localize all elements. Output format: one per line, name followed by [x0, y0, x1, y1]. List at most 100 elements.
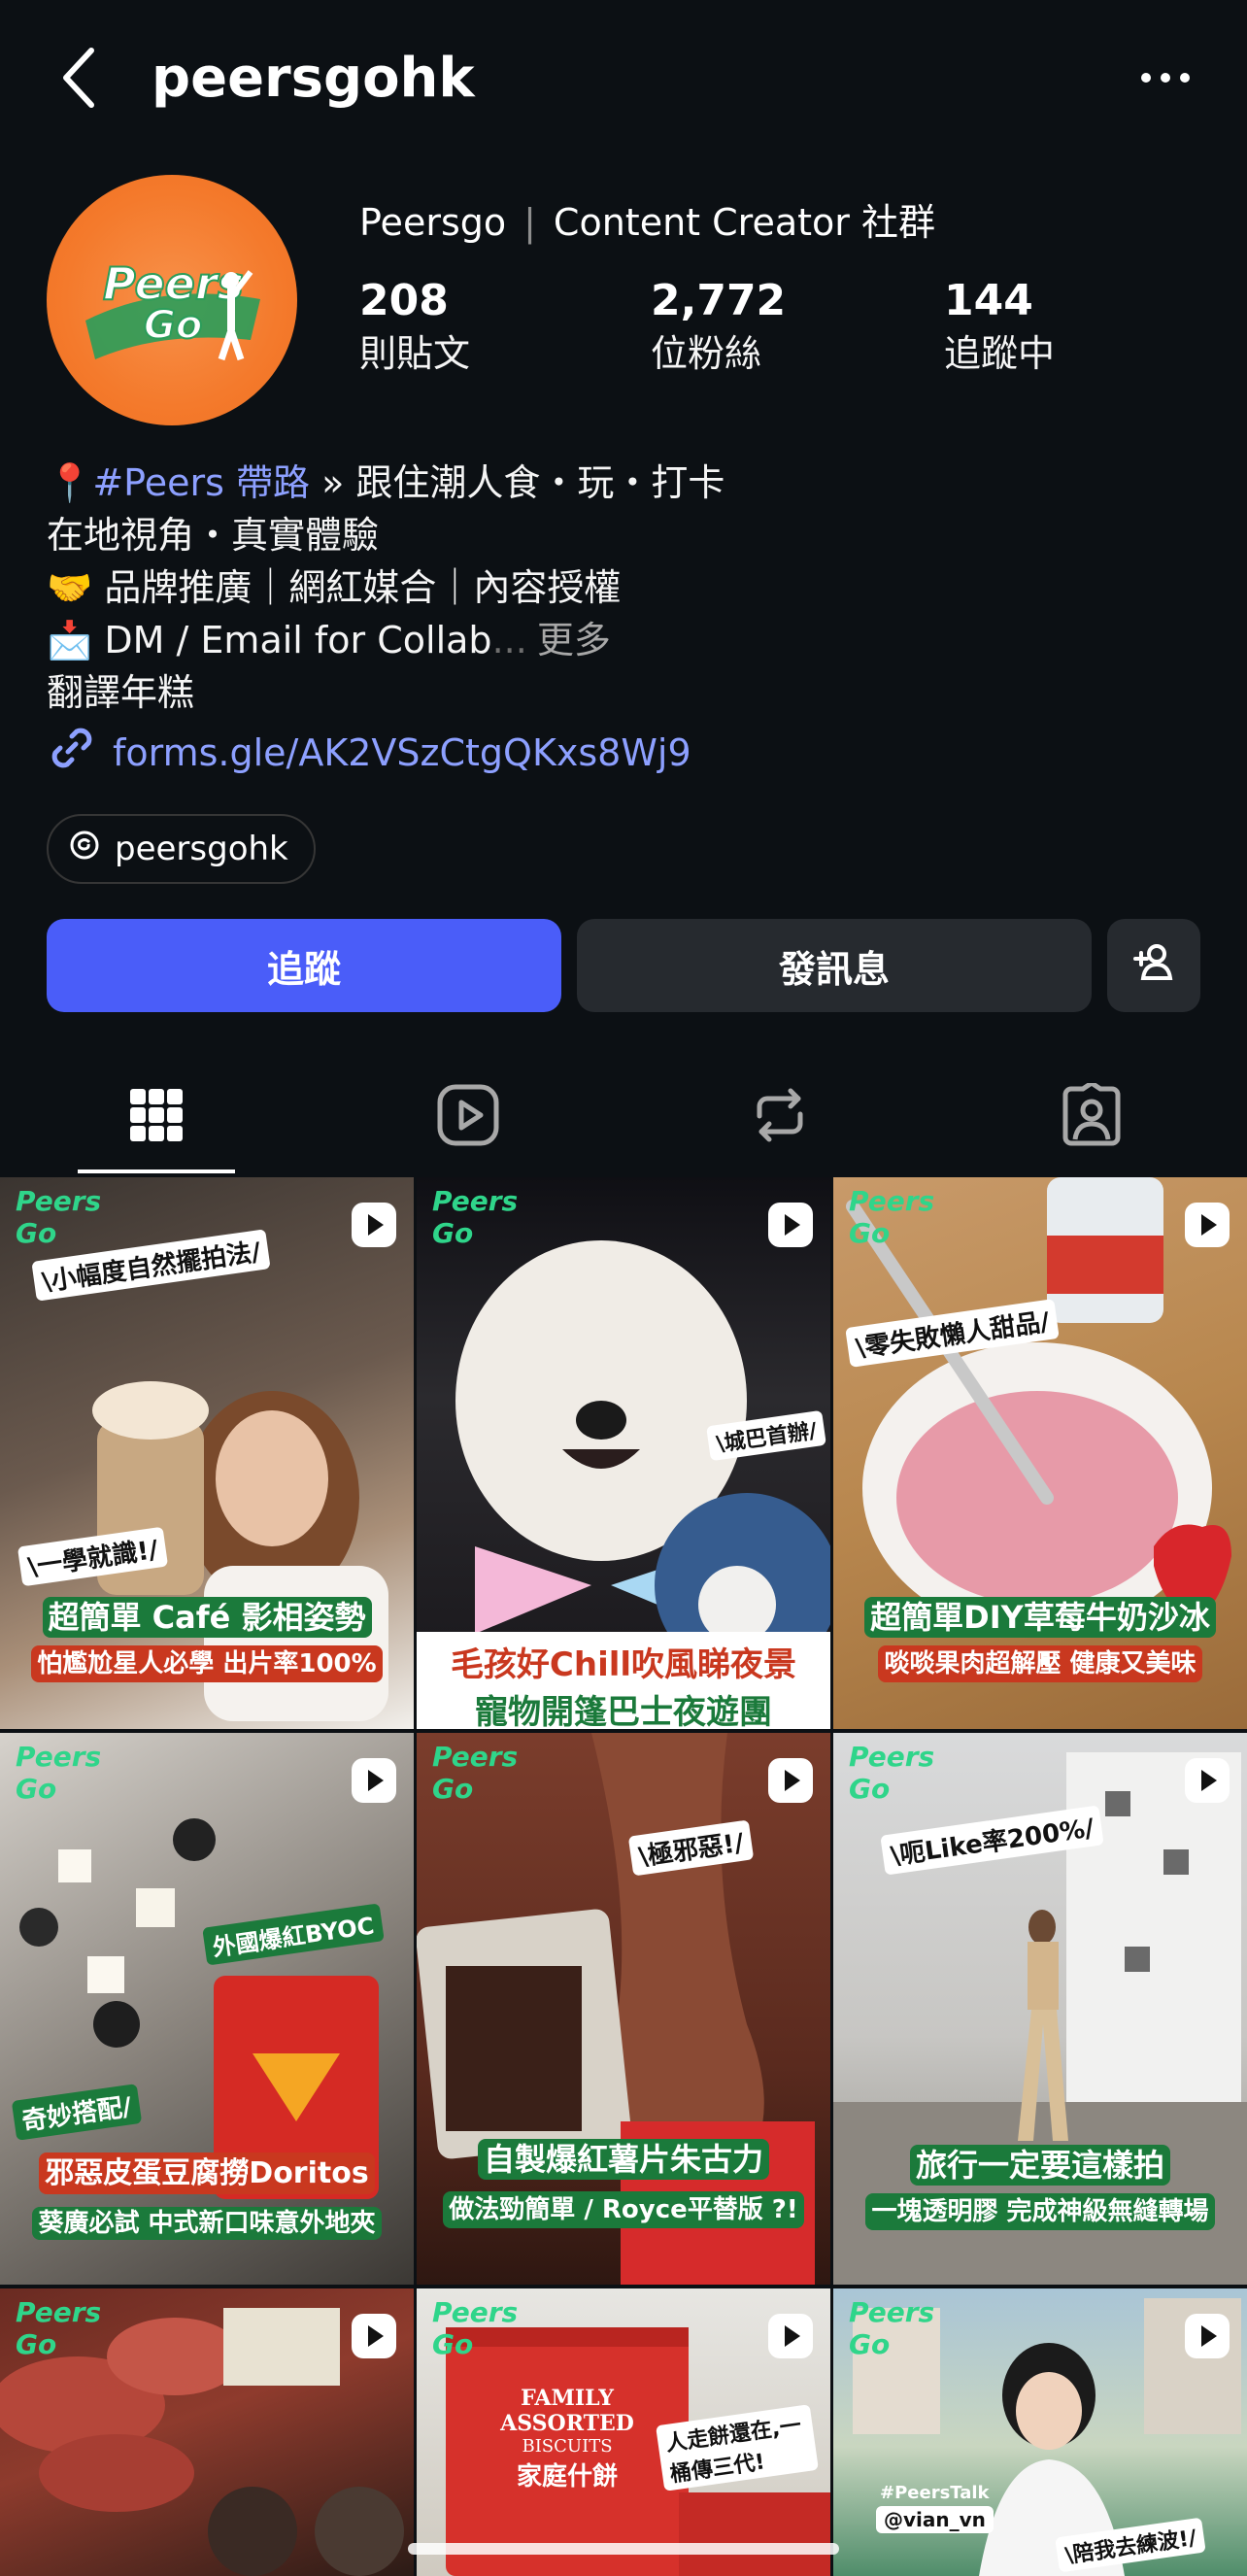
follow-button[interactable]: 追蹤	[47, 919, 561, 1012]
tab-tagged[interactable]	[935, 1059, 1247, 1175]
post-thumbnail[interactable]: Peers Go \小幅度自然擺拍法/ \一學就識!/ 超簡單 Café 影相姿…	[0, 1177, 414, 1729]
post-hashtag: #PeersTalk	[880, 2483, 990, 2503]
reel-play-icon	[768, 2314, 813, 2358]
add-person-icon	[1129, 937, 1178, 995]
reel-play-icon	[1185, 1203, 1230, 1247]
reels-icon	[436, 1083, 500, 1151]
following-count[interactable]: 144 追蹤中	[944, 274, 1055, 379]
threads-badge[interactable]: peersgohk	[47, 814, 316, 884]
grid-icon	[128, 1087, 185, 1147]
profile-tabs	[0, 1059, 1247, 1175]
peers-go-logo: Peers Go	[849, 1185, 935, 1249]
link-icon	[47, 723, 97, 782]
post-title: 自製爆紅薯片朱古力	[477, 2139, 769, 2180]
post-thumbnail[interactable]: Peers Go 外國爆紅BYOC 奇妙搭配/ 邪惡皮蛋豆腐撈Doritos 葵…	[0, 1733, 414, 2285]
post-subtitle: 怕尷尬星人必學 出片率100%	[31, 1645, 383, 1682]
post-mention: @vian_vn	[876, 2506, 994, 2533]
post-title: 超簡單 Café 影相姿勢	[42, 1597, 372, 1638]
tab-posts-grid[interactable]	[0, 1059, 312, 1175]
post-thumbnail[interactable]: Peers Go #PeersTalk @vian_vn \陪我去練波!/	[833, 2288, 1247, 2576]
svg-text:Go: Go	[144, 303, 202, 348]
bio-text: DM / Email for Collab	[92, 619, 492, 661]
bio-text: 品牌推廣｜網紅媒合｜內容授權	[92, 566, 622, 609]
peers-go-logo: Peers Go	[432, 1741, 519, 1805]
profile-bio: 📍#Peers 帶路 » 跟住潮人食・玩・打卡 在地視角・真實體驗 🤝 品牌推廣…	[47, 457, 725, 719]
profile-category: Content Creator 社群	[553, 201, 935, 244]
tagged-person-icon	[1060, 1080, 1124, 1151]
followers-count[interactable]: 2,772 位粉絲	[651, 274, 786, 379]
envelope-icon: 📩	[47, 619, 93, 661]
tab-reposts[interactable]	[624, 1059, 935, 1175]
stat-label: 追蹤中	[944, 332, 1056, 375]
profile-avatar[interactable]: Peers Go	[47, 175, 297, 425]
reel-play-icon	[352, 1758, 396, 1803]
threads-icon	[68, 829, 101, 870]
peers-go-logo: Peers Go	[16, 2296, 102, 2360]
bio-text: » 跟住潮人食・玩・打卡	[310, 461, 725, 504]
profile-display-line: Peersgo | Content Creator 社群	[359, 192, 935, 246]
stat-value: 2,772	[651, 276, 787, 325]
repost-icon	[748, 1083, 812, 1151]
reel-play-icon	[1185, 1758, 1230, 1803]
tin-label: FAMILY ASSORTED	[500, 2386, 634, 2436]
posts-grid: Peers Go \小幅度自然擺拍法/ \一學就識!/ 超簡單 Café 影相姿…	[0, 1177, 1247, 2576]
reel-play-icon	[1185, 2314, 1230, 2358]
hashtag-link[interactable]: #Peers 帶路	[92, 461, 310, 504]
reel-play-icon	[768, 1758, 813, 1803]
post-subtitle: 啖啖果肉超解壓 健康又美味	[878, 1645, 1202, 1682]
profile-link[interactable]: forms.gle/AK2VSzCtgQKxs8Wj9	[47, 723, 691, 782]
handshake-icon: 🤝	[47, 566, 93, 609]
translate-link[interactable]: 翻譯年糕	[47, 666, 725, 719]
tin-label: BISCUITS	[522, 2436, 613, 2457]
bio-text: 在地視角・真實體驗	[47, 514, 380, 557]
stat-label: 位粉絲	[651, 332, 762, 375]
reel-play-icon	[768, 1203, 813, 1247]
tab-reels[interactable]	[312, 1059, 624, 1175]
post-subtitle: 葵廣必試 中式新口味意外地夾	[32, 2207, 382, 2240]
peers-go-logo: Peers Go	[16, 1741, 102, 1805]
posts-count[interactable]: 208 則貼文	[359, 274, 470, 379]
suggested-users-button[interactable]	[1107, 919, 1200, 1012]
pin-icon: 📍	[47, 461, 93, 504]
back-arrow-icon[interactable]	[54, 43, 109, 113]
post-thumbnail[interactable]: Peers Go \零失敗懶人甜品/ 超簡單DIY草莓牛奶沙冰 啖啖果肉超解壓 …	[833, 1177, 1247, 1729]
post-title: 邪惡皮蛋豆腐撈Doritos	[39, 2152, 375, 2194]
post-subtitle: 一塊透明膠 完成神級無縫轉場	[865, 2193, 1215, 2230]
post-title: 旅行一定要這樣拍	[909, 2145, 1170, 2186]
post-thumbnail[interactable]: Peers Go \極邪惡!/ 自製爆紅薯片朱古力 做法勁簡單 / Royce平…	[417, 1733, 830, 2285]
bio-more-link[interactable]: 更多	[537, 619, 611, 661]
message-button[interactable]: 發訊息	[577, 919, 1092, 1012]
post-thumbnail[interactable]: Peers Go \呃Like率200%/ 旅行一定要這樣拍 一塊透明膠 完成神…	[833, 1733, 1247, 2285]
profile-username: peersgohk	[152, 47, 475, 110]
post-thumbnail[interactable]: FAMILY ASSORTED BISCUITS 家庭什餅 Peers Go 人…	[417, 2288, 830, 2576]
stat-label: 則貼文	[359, 332, 471, 375]
bio-line: 🤝 品牌推廣｜網紅媒合｜內容授權	[47, 561, 725, 614]
threads-label: peersgohk	[115, 830, 288, 868]
peers-go-logo: Peers Go	[432, 1185, 519, 1249]
post-thumbnail[interactable]: Peers Go \城巴首辦/ 毛孩好Chill吹風睇夜景 寵物開篷巴士夜遊團	[417, 1177, 830, 1729]
display-name: Peersgo	[359, 201, 507, 244]
peers-go-logo: Peers Go	[16, 1185, 102, 1249]
post-subtitle: 寵物開篷巴士夜遊團	[475, 1693, 772, 1729]
peers-go-logo: Peers Go	[432, 2296, 519, 2360]
home-indicator	[408, 2543, 839, 2555]
bio-line: 📍#Peers 帶路 » 跟住潮人食・玩・打卡	[47, 457, 725, 509]
post-thumbnail[interactable]: Peers Go	[0, 2288, 414, 2576]
stat-value: 144	[944, 276, 1033, 325]
bio-ellipsis: ...	[491, 619, 527, 661]
profile-link-text: forms.gle/AK2VSzCtgQKxs8Wj9	[113, 730, 691, 774]
post-title: 毛孩好Chill吹風睇夜景	[450, 1645, 797, 1684]
bio-line: 在地視角・真實體驗	[47, 509, 725, 561]
bio-line: 📩 DM / Email for Collab... 更多	[47, 614, 725, 666]
peers-go-logo: Peers Go	[849, 2296, 935, 2360]
tin-label: 家庭什餅	[516, 2462, 618, 2491]
stat-value: 208	[359, 276, 449, 325]
more-options-icon[interactable]	[1136, 52, 1195, 103]
reel-play-icon	[352, 2314, 396, 2358]
top-bar: peersgohk	[0, 0, 1247, 155]
post-subtitle: 做法勁簡單 / Royce平替版 ?!	[443, 2191, 804, 2228]
peers-go-logo: Peers Go	[849, 1741, 935, 1805]
reel-play-icon	[352, 1203, 396, 1247]
separator: |	[523, 201, 536, 244]
post-title: 超簡單DIY草莓牛奶沙冰	[864, 1597, 1216, 1638]
